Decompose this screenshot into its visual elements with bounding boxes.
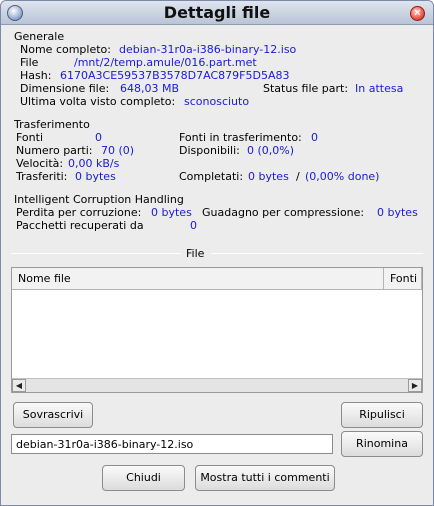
full-name-label: Nome completo: (20, 43, 111, 56)
close-icon[interactable]: ✕ (410, 6, 425, 21)
speed-value: 0,00 kB/s (68, 157, 120, 170)
sources-value: 0 (95, 131, 102, 144)
speed-label: Velocità: (16, 157, 64, 170)
ich-heading: Intelligent Corruption Handling (14, 193, 184, 206)
transferred-value: 0 bytes (75, 170, 116, 183)
sources-transferring-value: 0 (311, 131, 318, 144)
corruption-loss-value: 0 bytes (151, 206, 192, 219)
file-list[interactable]: Nome file Fonti ◀ ▶ (11, 267, 423, 393)
recovered-packets-value: 0 (190, 219, 197, 232)
size-value: 648,03 MB (120, 82, 180, 95)
transferred-label: Trasferiti: (16, 170, 68, 183)
recovered-packets-label: Pacchetti recuperati da (16, 219, 144, 232)
file-section-divider-left (11, 253, 181, 254)
rename-button[interactable]: Rinomina (341, 431, 423, 457)
close-button[interactable]: Chiudi (102, 465, 185, 491)
last-seen-value: sconosciuto (184, 95, 250, 108)
completed-value: 0 bytes (248, 170, 289, 183)
file-details-dialog: Dettagli file ✕ Generale Nome completo: … (0, 0, 434, 506)
compression-gain-label: Guadagno per compressione: (202, 206, 365, 219)
completed-label: Completati: (179, 170, 244, 183)
overwrite-button[interactable]: Sovrascrivi (13, 402, 93, 428)
parts-value: 70 (0) (101, 144, 135, 157)
scroll-left-arrow-icon[interactable]: ◀ (12, 379, 26, 392)
file-section-heading: File (186, 247, 205, 260)
window-title: Dettagli file (163, 3, 271, 22)
available-label: Disponibili: (179, 144, 240, 157)
hash-value: 6170A3CE59537B3578D7AC879F5D5A83 (60, 69, 290, 82)
sources-transferring-label: Fonti in trasferimento: (179, 131, 302, 144)
file-value: /mnt/2/temp.amule/016.part.met (74, 56, 257, 69)
file-label: File (20, 56, 39, 69)
status-value: In attesa (355, 82, 404, 95)
size-label: Dimensione file: (20, 82, 110, 95)
clean-button[interactable]: Ripulisci (341, 402, 423, 428)
column-header-filename[interactable]: Nome file (12, 268, 384, 290)
show-all-comments-button[interactable]: Mostra tutti i commenti (195, 465, 335, 491)
compression-gain-value: 0 bytes (377, 206, 418, 219)
completed-percent: (0,00% done) (305, 170, 380, 183)
transfer-heading: Trasferimento (14, 118, 90, 131)
status-label: Status file part: (263, 82, 349, 95)
completed-separator: / (296, 170, 300, 183)
general-heading: Generale (14, 30, 65, 43)
last-seen-label: Ultima volta visto completo: (20, 95, 176, 108)
parts-label: Numero parti: (16, 144, 93, 157)
corruption-loss-label: Perdita per corruzione: (16, 206, 142, 219)
rename-input[interactable] (11, 434, 333, 454)
available-value: 0 (0,0%) (247, 144, 295, 157)
column-header-sources[interactable]: Fonti (384, 268, 422, 290)
scroll-right-arrow-icon[interactable]: ▶ (408, 379, 422, 392)
horizontal-scrollbar[interactable]: ◀ ▶ (12, 378, 422, 392)
title-bar[interactable]: Dettagli file ✕ (1, 1, 433, 25)
sources-label: Fonti (16, 131, 44, 144)
file-section-divider-right (211, 253, 423, 254)
full-name-value: debian-31r0a-i386-binary-12.iso (119, 43, 297, 56)
hash-label: Hash: (20, 69, 52, 82)
